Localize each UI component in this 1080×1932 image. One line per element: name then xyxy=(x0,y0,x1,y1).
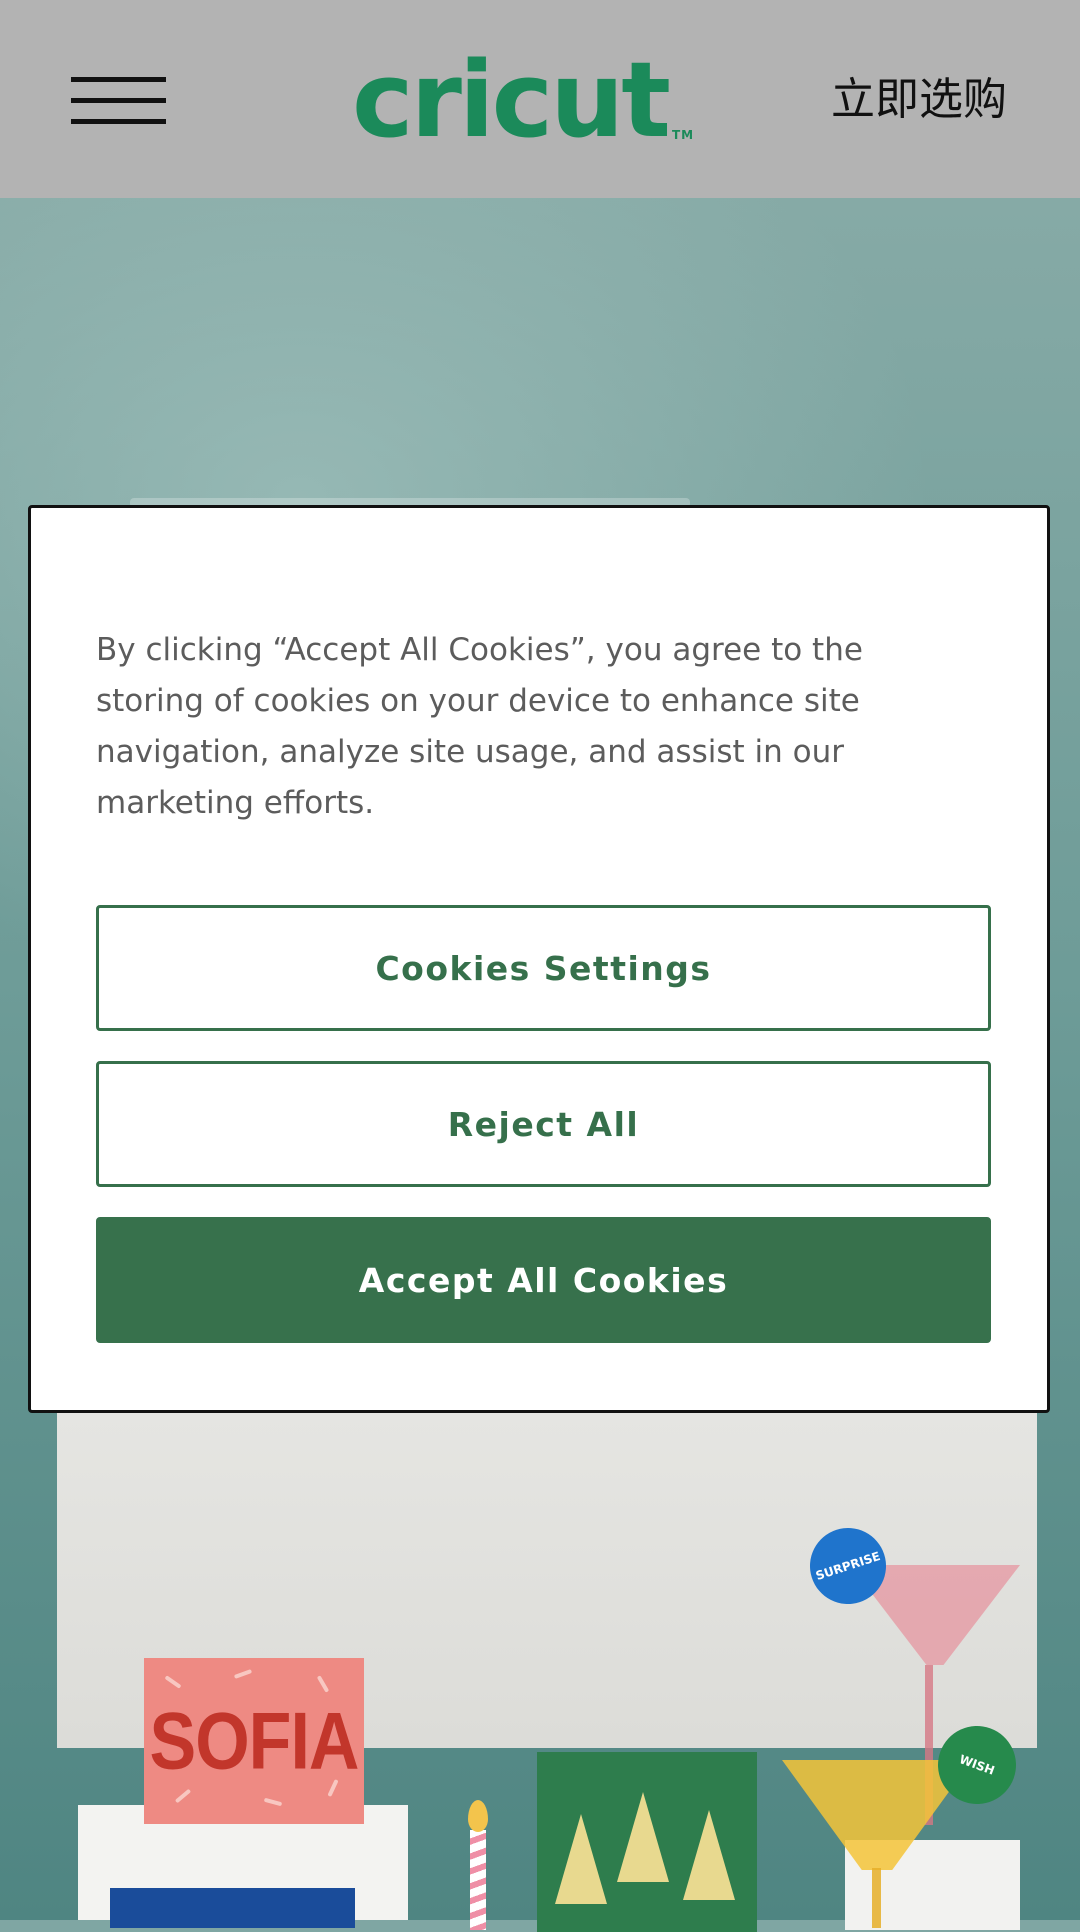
logo-trademark: TM xyxy=(672,128,695,142)
shop-now-link[interactable]: 立即选购 xyxy=(831,74,1007,127)
menu-bar-bottom xyxy=(71,119,166,124)
site-header: cricut TM 立即选购 xyxy=(0,0,1080,198)
accept-all-cookies-button[interactable]: Accept All Cookies xyxy=(96,1217,991,1343)
hamburger-menu-icon[interactable] xyxy=(71,77,166,125)
reject-all-button[interactable]: Reject All xyxy=(96,1061,991,1187)
menu-bar-top xyxy=(71,77,166,82)
logo-wordmark: cricut xyxy=(352,39,671,161)
cookies-settings-button[interactable]: Cookies Settings xyxy=(96,905,991,1031)
cricut-logo[interactable]: cricut TM xyxy=(352,42,694,152)
cookie-consent-message: By clicking “Accept All Cookies”, you ag… xyxy=(96,632,863,821)
menu-bar-middle xyxy=(71,98,166,103)
cookie-consent-dialog: By clicking “Accept All Cookies”, you ag… xyxy=(28,505,1050,1413)
